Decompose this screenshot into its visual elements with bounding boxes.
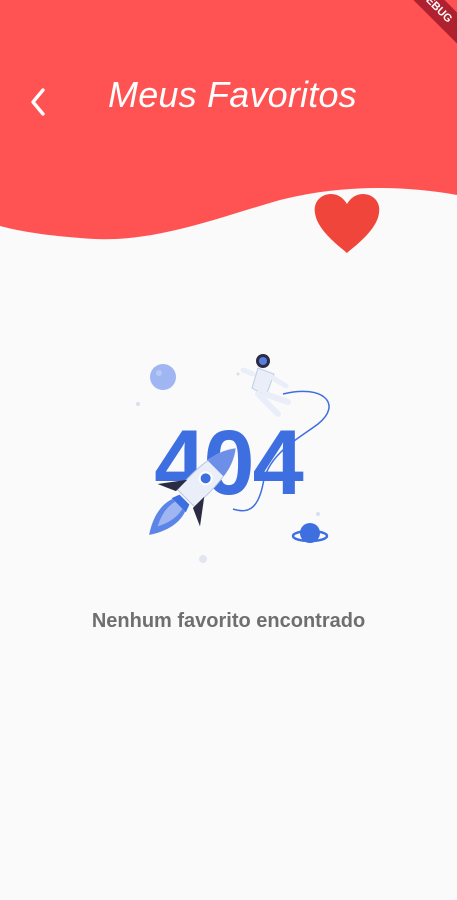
header-background [0, 0, 457, 240]
astronaut-icon [240, 354, 291, 417]
back-button[interactable] [18, 82, 58, 122]
page-title: Meus Favoritos [108, 74, 357, 115]
empty-state-message: Nenhum favorito encontrado [91, 610, 366, 632]
404-illustration: 404 [136, 354, 330, 563]
heart-icon [314, 194, 380, 253]
planet-icon [291, 523, 329, 543]
moon-icon [150, 364, 176, 390]
favorites-screen: Meus Favoritos DEBUG 404 [0, 0, 457, 900]
chevron-left-icon [31, 88, 45, 116]
